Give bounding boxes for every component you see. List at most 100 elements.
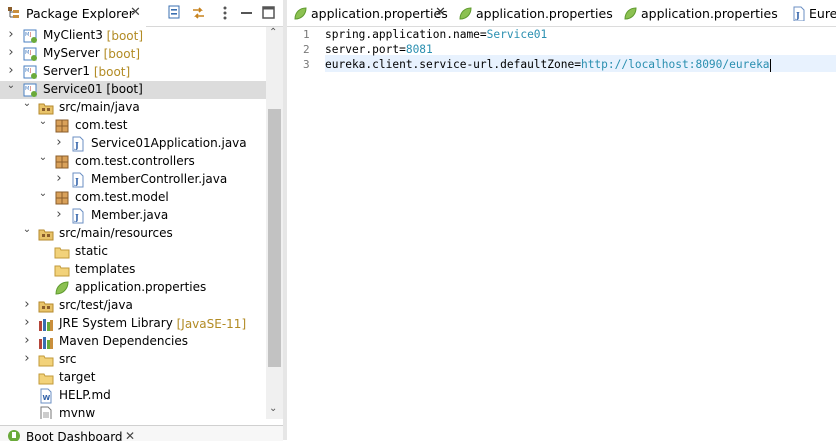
spring-leaf-icon [623,6,638,21]
chevron-right-icon[interactable]: › [54,135,64,150]
markdown-file-icon: W [38,388,54,404]
chevron-right-icon[interactable]: › [54,171,64,186]
line-number: 2 [303,43,310,56]
tree-item-label: MyClient3 [boot] [43,28,144,43]
spring-leaf-icon [54,280,70,296]
boot-dashboard-icon [8,430,20,441]
line-number: 1 [303,28,310,41]
tree-item-label: MyServer [boot] [43,46,140,61]
chevron-right-icon[interactable]: › [6,27,16,42]
svg-text:M: M [25,86,29,92]
tree-item[interactable]: target [0,369,266,387]
chevron-down-icon[interactable]: ⌄ [38,116,48,127]
chevron-right-icon[interactable]: › [6,63,16,78]
scrollbar-thumb[interactable] [268,109,281,367]
tree-item[interactable]: › JRE System Library [JavaSE-11] [0,315,266,333]
folder-icon [38,352,54,368]
tree-item[interactable]: › M J MyServer [boot] [0,45,266,63]
tree-item[interactable]: ⌄ src/main/java [0,98,266,117]
tree-item[interactable]: › Maven Dependencies [0,333,266,351]
tree-item-label: static [75,244,108,258]
chevron-right-icon[interactable]: › [22,351,32,366]
tree-item[interactable]: › J MemberController.java [0,171,266,189]
code-line[interactable]: spring.application.name=Service01 [325,28,547,41]
tree-item-label: Member.java [91,208,169,222]
view-menu-icon[interactable] [216,4,234,22]
collapse-all-icon[interactable] [166,4,184,22]
boot-project-icon: MJ [22,82,38,98]
maximize-icon[interactable] [260,4,278,22]
tree-item-label: mvnw [59,406,96,419]
property-key: spring.application.name= [325,28,487,41]
package-explorer-header: Package Explorer ✕ [0,0,283,27]
tree-item-label: HELP.md [59,388,111,402]
chevron-right-icon[interactable]: › [22,297,32,312]
tree-item-label: com.test [75,118,128,132]
tree-item-decoration: [JavaSE-11] [172,317,247,331]
text-editor[interactable]: 1 2 3 spring.application.name=Service01 ser… [287,27,836,440]
editor-tab[interactable]: application.properties [617,0,785,26]
tree-item[interactable]: static [0,243,266,261]
svg-text:M: M [25,50,29,56]
java-file-icon: J [70,136,86,152]
editor-tab-label: application.properties [641,6,778,21]
svg-text:J: J [29,32,31,38]
code-line[interactable]: eureka.client.service-url.defaultZone=ht… [325,58,771,72]
property-value: 8081 [405,43,433,56]
tab-package-explorer[interactable]: Package Explorer ✕ [0,0,146,27]
tree-item-label: Service01 [boot] [43,82,143,96]
tree-item[interactable]: › M J MyClient3 [boot] [0,27,266,45]
chevron-right-icon[interactable]: › [22,333,32,348]
chevron-down-icon[interactable]: ⌄ [38,188,48,199]
editor-tab[interactable]: J Eurek [785,0,836,26]
chevron-right-icon[interactable]: › [54,207,64,222]
chevron-right-icon[interactable]: › [6,45,16,60]
tree-item[interactable]: mvnw [0,405,266,419]
editor-tab[interactable]: application.properties [452,0,617,26]
chevron-down-icon[interactable]: ⌄ [6,80,16,91]
tree-item[interactable]: › M J Server1 [boot] [0,63,266,81]
tree-scrollbar[interactable]: ⌃ ⌄ [266,27,283,419]
svg-text:J: J [74,140,79,150]
tree-item[interactable]: ⌄ com.test.model [0,188,266,207]
minimize-icon[interactable] [238,4,256,22]
tree-item[interactable]: ⌄ com.test.controllers [0,152,266,171]
svg-text:J: J [29,50,31,56]
tree-item-label: src/main/resources [59,226,173,240]
tree-item[interactable]: templates [0,261,266,279]
editor-tab-label: Eurek [809,6,836,21]
tree-item[interactable]: ⌄ src/main/resources [0,224,266,243]
tree-item-label: com.test.controllers [75,154,195,168]
close-icon[interactable]: ✕ [435,5,446,20]
link-with-editor-icon[interactable] [190,4,208,22]
source-folder-icon [38,226,54,242]
scroll-up-icon[interactable]: ⌃ [269,27,277,38]
code-line[interactable]: server.port=8081 [325,43,433,56]
package-explorer-panel: Package Explorer ✕ › M J MyClient3 [boot… [0,0,283,444]
tree-item[interactable]: › src/test/java [0,297,266,315]
svg-text:W: W [43,394,51,402]
property-key: eureka.client.service-url.defaultZone= [325,58,581,71]
boot-project-icon: MJ [22,64,38,80]
package-icon [54,118,70,134]
close-icon[interactable]: ✕ [125,429,135,443]
tree-item[interactable]: application.properties [0,279,266,297]
chevron-down-icon[interactable]: ⌄ [22,224,32,235]
scroll-down-icon[interactable]: ⌄ [269,403,277,414]
close-icon[interactable]: ✕ [130,5,141,20]
chevron-down-icon[interactable]: ⌄ [22,98,32,109]
tree-item-label: application.properties [75,280,207,294]
tree-item-label: Maven Dependencies [59,334,189,348]
tree-item[interactable]: › src [0,351,266,369]
chevron-down-icon[interactable]: ⌄ [38,152,48,163]
tree-item[interactable]: ⌄ com.test [0,116,266,135]
tree-item-label: src [59,352,77,366]
tree-item[interactable]: › J Service01Application.java [0,135,266,153]
tree-item-label: MemberController.java [91,172,228,186]
tree-item[interactable]: › J Member.java [0,207,266,225]
package-icon [54,190,70,206]
tree-item[interactable]: ⌄ M J Service01 [boot] [0,80,266,99]
chevron-right-icon[interactable]: › [22,315,32,330]
tree-item[interactable]: W HELP.md [0,387,266,405]
editor-tab[interactable]: application.properties ✕ [287,0,452,26]
